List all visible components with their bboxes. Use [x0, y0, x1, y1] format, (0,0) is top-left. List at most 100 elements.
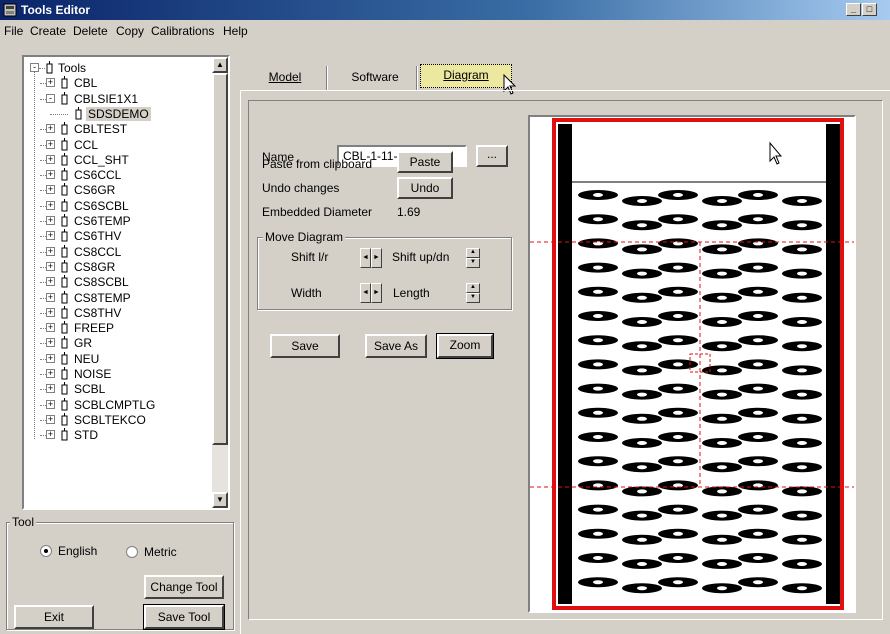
menu-calibrations[interactable]: Calibrations — [151, 24, 214, 38]
expand-icon[interactable]: + — [46, 430, 55, 440]
diagram-hole-core — [637, 295, 647, 300]
width-spinner[interactable]: ◄ ► — [360, 283, 382, 303]
expand-icon[interactable]: + — [46, 307, 55, 317]
tree-item[interactable]: SDSDEMO — [24, 106, 214, 122]
move-diagram-label: Move Diagram — [263, 230, 346, 244]
tree-item[interactable]: + CS6TEMP — [24, 213, 214, 229]
shift-updn-spinner[interactable]: ▲ ▼ — [466, 248, 480, 268]
diagram-hole-core — [797, 416, 807, 421]
expand-icon[interactable]: + — [46, 353, 55, 363]
minimize-button[interactable]: _ — [846, 3, 861, 16]
tree-item[interactable]: + CBL — [24, 75, 214, 91]
tree-item[interactable]: + CS6THV — [24, 228, 214, 244]
collapse-icon[interactable]: - — [30, 63, 39, 72]
menu-delete[interactable]: Delete — [73, 24, 108, 38]
english-radio[interactable] — [40, 545, 52, 557]
save-tool-button[interactable]: Save Tool — [143, 604, 225, 630]
tree-connector — [40, 175, 46, 177]
undo-button[interactable]: Undo — [397, 177, 453, 199]
browse-button[interactable]: ... — [476, 145, 508, 167]
expand-icon[interactable]: + — [46, 200, 55, 210]
expand-icon[interactable]: + — [46, 185, 55, 195]
shift-left-button[interactable]: ◄ — [360, 248, 371, 268]
tree-item[interactable]: + CS8CCL — [24, 244, 214, 260]
tree-item[interactable]: + CCL — [24, 137, 214, 153]
expand-icon[interactable]: + — [46, 231, 55, 241]
shift-right-button[interactable]: ► — [371, 248, 382, 268]
arrow-right-icon: ► — [373, 254, 380, 261]
zoom-button[interactable]: Zoom — [436, 333, 494, 359]
tree-item[interactable]: + GR — [24, 335, 214, 351]
english-radio-label[interactable]: English — [58, 544, 97, 558]
shift-down-button[interactable]: ▼ — [466, 258, 480, 268]
expand-icon[interactable]: + — [46, 261, 55, 271]
expand-icon[interactable]: + — [46, 384, 55, 394]
tree-item[interactable]: + CCL_SHT — [24, 152, 214, 168]
shift-up-button[interactable]: ▲ — [466, 248, 480, 258]
expand-icon[interactable]: + — [46, 414, 55, 424]
save-as-button[interactable]: Save As — [365, 334, 427, 358]
expand-icon[interactable]: + — [46, 154, 55, 164]
tree-item[interactable]: + CS8SCBL — [24, 274, 214, 290]
expand-icon[interactable]: + — [46, 369, 55, 378]
tab-diagram[interactable]: Diagram — [420, 64, 512, 88]
metric-radio[interactable] — [126, 546, 138, 558]
tree-connector — [40, 282, 46, 284]
menu-create[interactable]: Create — [30, 24, 66, 38]
tree-item[interactable]: + CS6GR — [24, 182, 214, 198]
tree-item[interactable]: + CS6CCL — [24, 167, 214, 183]
diagram-hole-core — [797, 537, 807, 542]
menu-file[interactable]: File — [4, 24, 23, 38]
tree-root[interactable]: - Tools — [24, 60, 214, 76]
expand-icon[interactable]: + — [46, 216, 55, 225]
tab-software[interactable]: Software — [334, 66, 416, 90]
expand-icon[interactable]: + — [46, 170, 55, 180]
tree-item[interactable]: + CS8GR — [24, 259, 214, 275]
menu-help[interactable]: Help — [223, 24, 248, 38]
expand-icon[interactable]: + — [46, 399, 55, 409]
expand-icon[interactable]: + — [46, 323, 55, 333]
tree-item-label: SCBLTEKCO — [74, 412, 146, 427]
width-increase-button[interactable]: ► — [371, 283, 382, 303]
tool-icon — [61, 321, 68, 334]
tree-item[interactable]: + CS8TEMP — [24, 290, 214, 306]
tools-tree[interactable]: - Tools + CBL - CBLSIE1X1 SDSDEMO + CBLTEST + CCL +… — [22, 55, 230, 510]
expand-icon[interactable]: + — [46, 78, 55, 88]
scroll-down-button[interactable]: ▼ — [212, 492, 228, 508]
length-down-button[interactable]: ▼ — [466, 293, 480, 303]
tree-item[interactable]: + STD — [24, 427, 214, 443]
tree-item[interactable]: + CS6SCBL — [24, 198, 214, 214]
collapse-icon[interactable]: - — [46, 93, 55, 103]
shift-lr-spinner[interactable]: ◄ ► — [360, 248, 382, 268]
tab-model[interactable]: Model — [244, 66, 326, 90]
diagram-preview[interactable] — [528, 115, 856, 613]
tree-item[interactable]: + NOISE — [24, 366, 214, 382]
tree-item[interactable]: + FREEP — [24, 320, 214, 336]
length-spinner[interactable]: ▲ ▼ — [466, 283, 480, 303]
metric-radio-label[interactable]: Metric — [144, 545, 177, 559]
expand-icon[interactable]: + — [46, 139, 55, 149]
expand-icon[interactable]: + — [46, 292, 55, 302]
menu-copy[interactable]: Copy — [116, 24, 144, 38]
expand-icon[interactable]: + — [46, 338, 55, 348]
paste-button[interactable]: Paste — [397, 151, 453, 173]
tree-item[interactable]: + SCBL — [24, 381, 214, 397]
tree-item[interactable]: + CS8THV — [24, 305, 214, 321]
tree-item[interactable]: - CBLSIE1X1 — [24, 91, 214, 107]
save-button[interactable]: Save — [270, 334, 340, 358]
expand-icon[interactable]: + — [46, 124, 55, 134]
expand-icon[interactable]: + — [46, 277, 55, 287]
change-tool-button[interactable]: Change Tool — [144, 575, 224, 599]
scroll-thumb[interactable] — [212, 73, 228, 445]
tree-item[interactable]: + CBLTEST — [24, 121, 214, 137]
expand-icon[interactable]: + — [46, 246, 55, 256]
scroll-up-button[interactable]: ▲ — [212, 57, 228, 73]
tree-scrollbar[interactable]: ▲ ▼ — [212, 57, 228, 508]
maximize-button[interactable]: □ — [862, 3, 877, 16]
tree-item[interactable]: + SCBLTEKCO — [24, 412, 214, 428]
length-up-button[interactable]: ▲ — [466, 283, 480, 293]
tree-item[interactable]: + SCBLCMPTLG — [24, 397, 214, 413]
exit-button[interactable]: Exit — [14, 605, 94, 629]
tree-item[interactable]: + NEU — [24, 351, 214, 367]
width-decrease-button[interactable]: ◄ — [360, 283, 371, 303]
